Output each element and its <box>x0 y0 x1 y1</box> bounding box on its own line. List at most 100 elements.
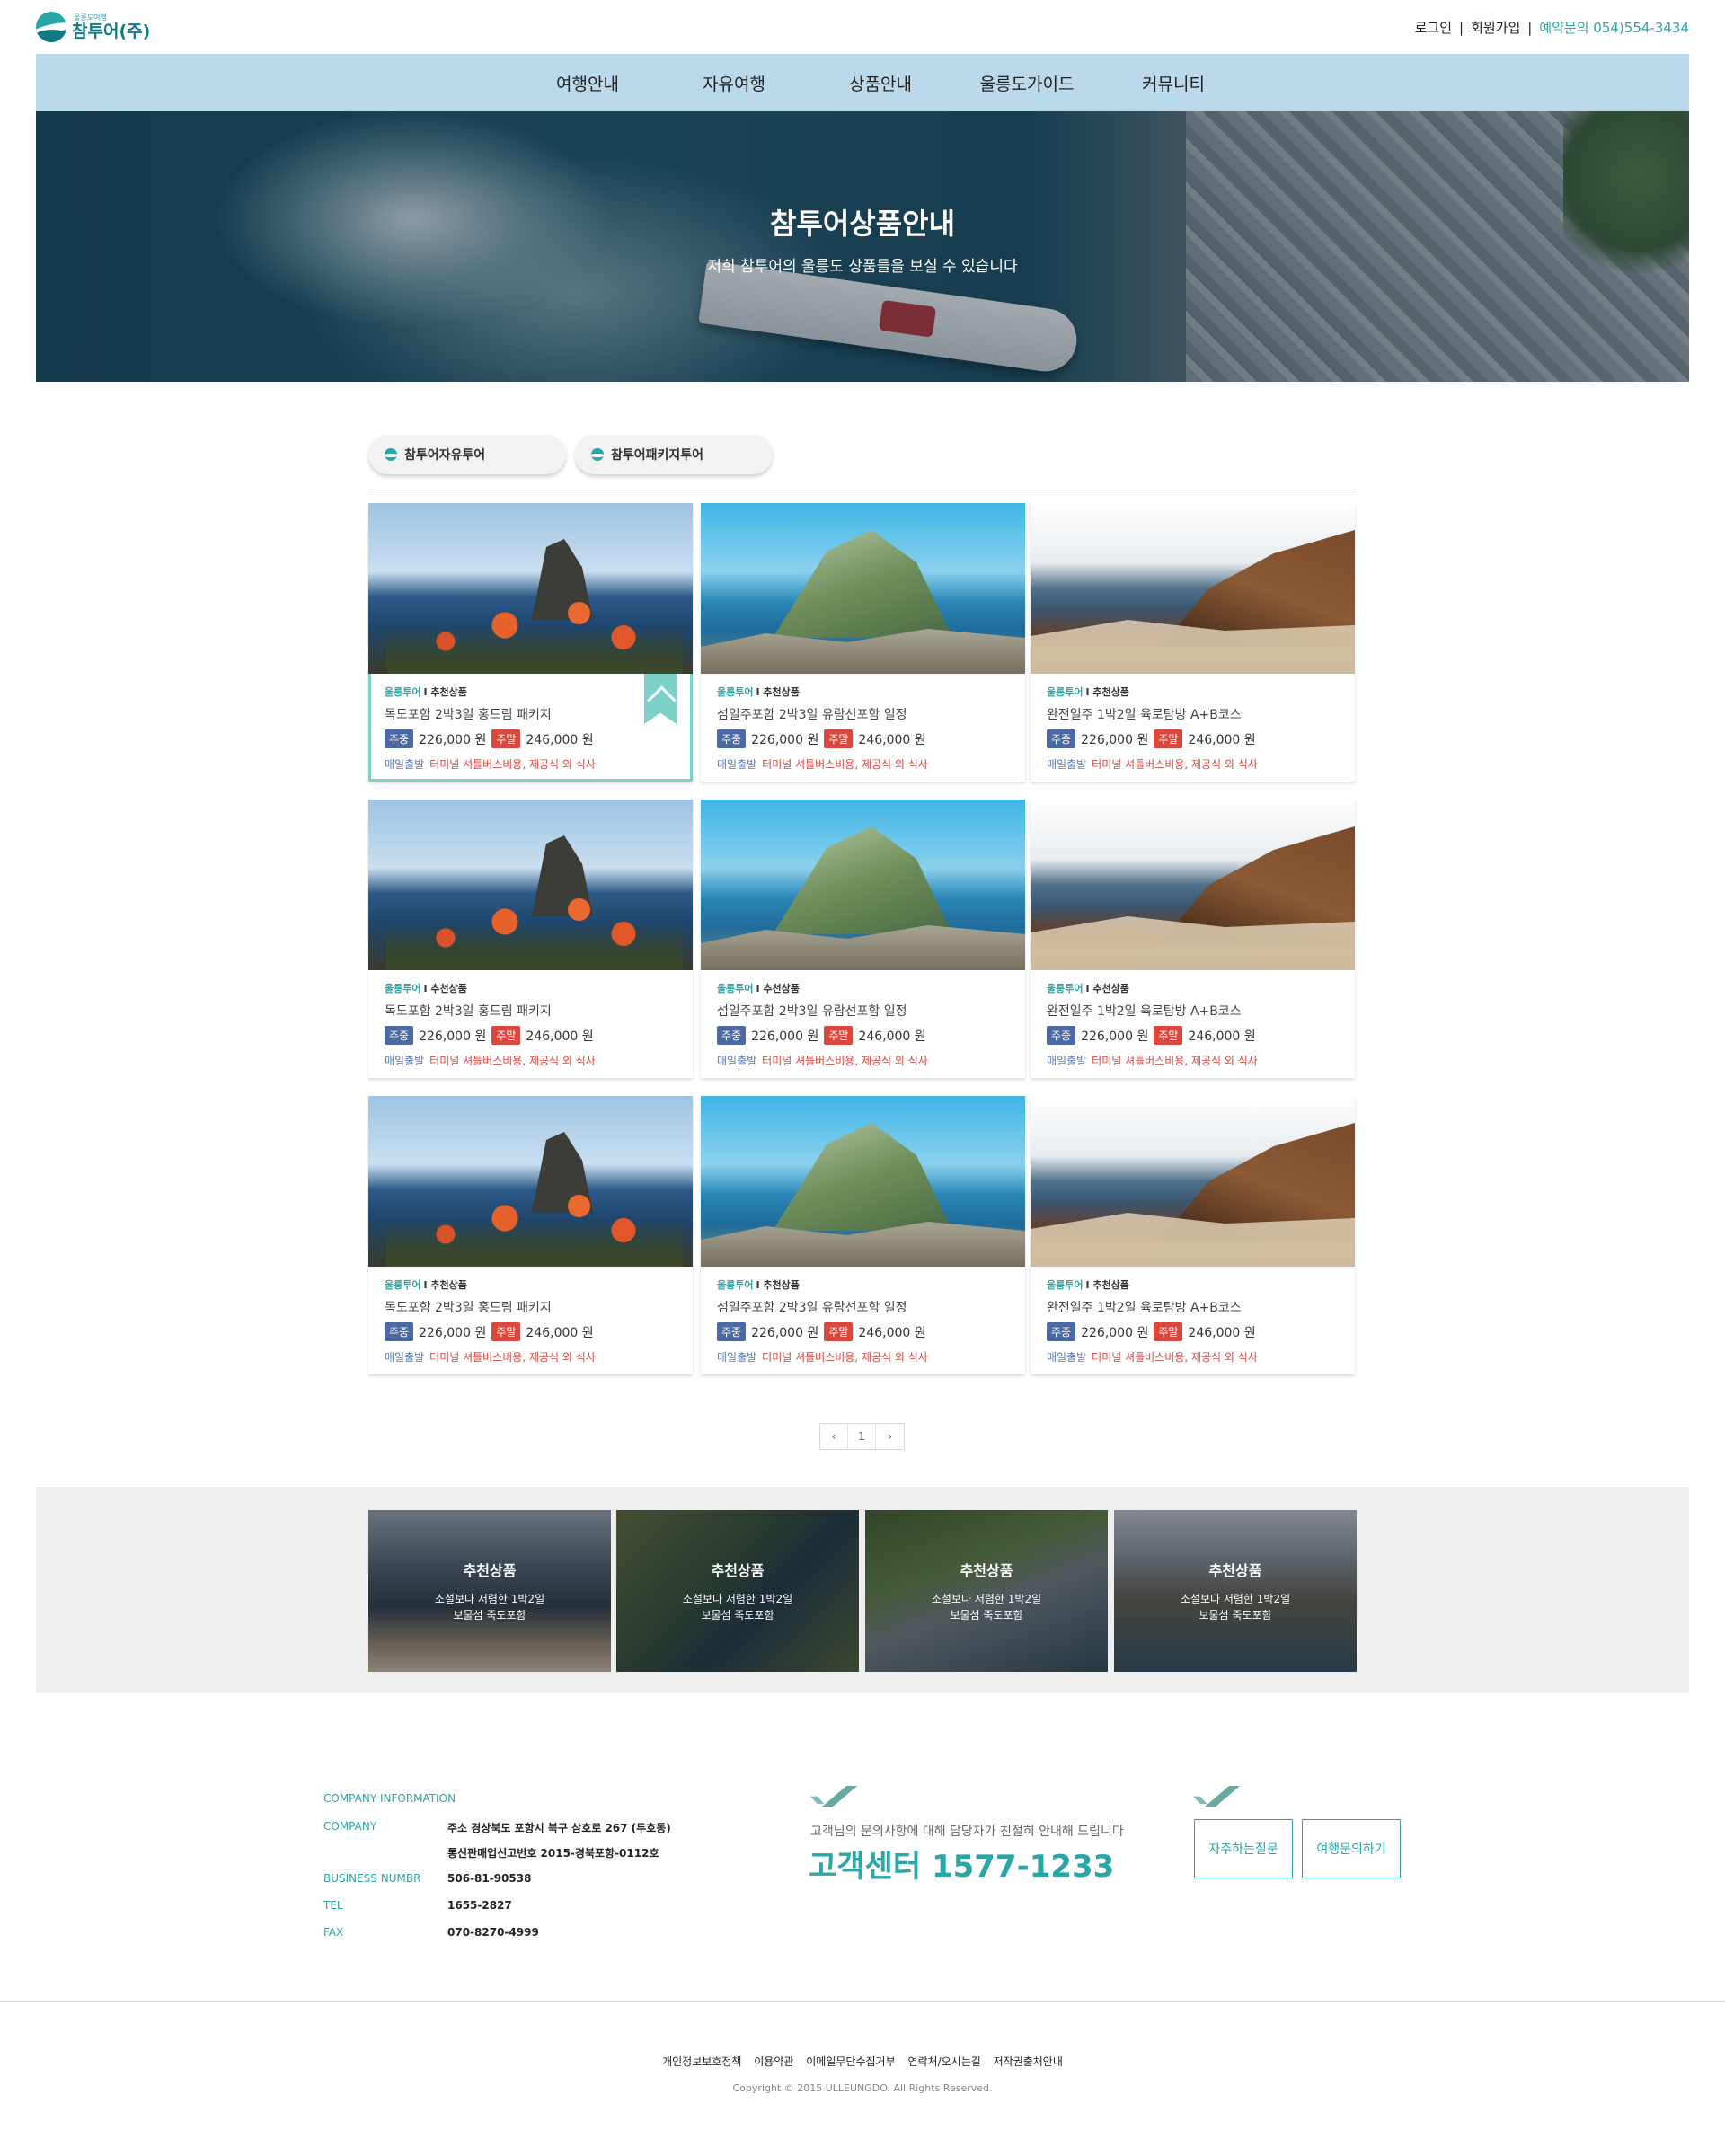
weekend-price: 246,000 원 <box>858 1325 926 1340</box>
tel-number: 1655-2827 <box>447 1899 512 1912</box>
weekday-price: 226,000 원 <box>751 732 819 747</box>
product-card[interactable]: 울릉투어 I 추천상품 섬일주포함 2박3일 유람선포함 일정 주중 226,000… <box>701 1096 1025 1374</box>
weekend-price: 246,000 원 <box>526 1029 594 1044</box>
product-recommend-tag: I 추천상품 <box>1085 686 1129 698</box>
page-number[interactable]: 1 <box>848 1424 876 1449</box>
recommended-title: 추천상품 <box>711 1562 765 1579</box>
next-page-button[interactable]: › <box>876 1424 904 1449</box>
product-title: 섬일주포함 2박3일 유람선포함 일정 <box>717 1301 907 1315</box>
product-title: 섬일주포함 2박3일 유람선포함 일정 <box>717 1004 907 1019</box>
excluded-info: 터미널 셔틀버스비용, 제공식 외 식사 <box>429 758 596 771</box>
weekday-badge: 주중 <box>717 1322 747 1341</box>
product-recommend-tag: I 추천상품 <box>756 1279 800 1291</box>
product-card[interactable]: 울릉투어 I 추천상품 독도포함 2박3일 홍드림 패키지 주중 226,000 원… <box>368 503 693 782</box>
recommended-item[interactable]: 추천상품 소설보다 저렴한 1박2일 보물섬 죽도포함 <box>1114 1510 1357 1672</box>
recommended-desc: 소설보다 저렴한 1박2일 <box>931 1593 1042 1605</box>
weekend-badge: 주말 <box>491 1026 521 1045</box>
reservation-phone: 예약문의 054)554-3434 <box>1539 20 1689 36</box>
excluded-info: 터미널 셔틀버스비용, 제공식 외 식사 <box>762 1055 928 1067</box>
product-card[interactable]: 울릉투어 I 추천상품 완전일주 1박2일 육로탐방 A+B코스 주중 226,00… <box>1031 800 1355 1078</box>
inquiry-button[interactable]: 여행문의하기 <box>1302 1819 1401 1878</box>
recommended-item[interactable]: 추천상품 소설보다 저렴한 1박2일 보물섬 죽도포함 <box>368 1510 611 1672</box>
recommended-desc: 소설보다 저렴한 1박2일 <box>434 1593 545 1605</box>
separator: | <box>1459 19 1464 36</box>
tab-label: 참투어패키지투어 <box>611 448 704 463</box>
footer-link-email-refusal[interactable]: 이메일무단수집거부 <box>806 2055 895 2068</box>
signup-link[interactable]: 회원가입 <box>1471 18 1520 37</box>
product-image <box>1031 1096 1355 1267</box>
weekend-badge: 주말 <box>1154 1026 1183 1045</box>
hero-banner: 참투어상품안내 저희 참투어의 울릉도 상품들을 보실 수 있습니다 <box>36 111 1689 382</box>
company-address: 주소 경상북도 포항시 북구 삼호로 267 (두호동) <box>447 1822 671 1834</box>
recommended-title: 추천상품 <box>960 1562 1013 1579</box>
tab-free-tour[interactable]: 참투어자유투어 <box>368 435 566 474</box>
departure-info: 매일출발 <box>1047 1055 1087 1067</box>
tab-label: 참투어자유투어 <box>404 448 486 463</box>
product-card[interactable]: 울릉투어 I 추천상품 완전일주 1박2일 육로탐방 A+B코스 주중 226,00… <box>1031 503 1355 782</box>
footer-link-copyright[interactable]: 저작권출처안내 <box>994 2055 1063 2068</box>
footer-link-privacy[interactable]: 개인정보보호정책 <box>662 2055 741 2068</box>
nav-item-community[interactable]: 커뮤니티 <box>1101 71 1247 95</box>
footer-link-terms[interactable]: 이용약관 <box>754 2055 793 2068</box>
product-title: 완전일주 1박2일 육로탐방 A+B코스 <box>1047 708 1242 722</box>
weekday-price: 226,000 원 <box>1081 732 1149 747</box>
footer-links: 개인정보보호정책 이용약관 이메일무단수집거부 연락처/오시는길 저작권출처안내 <box>0 2054 1725 2069</box>
top-bar: 울릉도여행 참투어(주) 로그인 | 회원가입 | 예약문의 054)554-3… <box>36 0 1689 54</box>
recommended-desc: 소설보다 저렴한 1박2일 <box>1180 1593 1291 1605</box>
weekday-price: 226,000 원 <box>419 1325 487 1340</box>
footer-link-contact[interactable]: 연락처/오시는길 <box>907 2055 980 2068</box>
tab-package-tour[interactable]: 참투어패키지투어 <box>575 435 773 474</box>
excluded-info: 터미널 셔틀버스비용, 제공식 외 식사 <box>1092 1055 1258 1067</box>
departure-info: 매일출발 <box>385 1351 425 1364</box>
weekday-price: 226,000 원 <box>1081 1325 1149 1340</box>
main-nav: 여행안내 자유여행 상품안내 울릉도가이드 커뮤니티 <box>36 54 1689 111</box>
product-category: 울릉투어 <box>385 686 421 698</box>
product-title: 완전일주 1박2일 육로탐방 A+B코스 <box>1047 1004 1242 1019</box>
weekday-badge: 주중 <box>717 1026 747 1045</box>
business-number: 506-81-90538 <box>447 1872 532 1885</box>
product-card[interactable]: 울릉투어 I 추천상품 완전일주 1박2일 육로탐방 A+B코스 주중 226,00… <box>1031 1096 1355 1374</box>
product-image <box>701 503 1025 674</box>
nav-item-guide[interactable]: 울릉도가이드 <box>954 71 1101 95</box>
logo-title: 참투어(주) <box>72 21 151 41</box>
product-recommend-tag: I 추천상품 <box>1085 983 1129 994</box>
prev-page-button[interactable]: ‹ <box>820 1424 848 1449</box>
product-category: 울릉투어 <box>1047 1279 1084 1291</box>
logo-wave-icon <box>591 448 604 461</box>
excluded-info: 터미널 셔틀버스비용, 제공식 외 식사 <box>429 1351 596 1364</box>
product-card[interactable]: 울릉투어 I 추천상품 독도포함 2박3일 홍드림 패키지 주중 226,000 원… <box>368 1096 693 1374</box>
weekday-badge: 주중 <box>385 1026 414 1045</box>
excluded-info: 터미널 셔틀버스비용, 제공식 외 식사 <box>429 1055 596 1067</box>
login-link[interactable]: 로그인 <box>1415 18 1452 37</box>
recommended-item[interactable]: 추천상품 소설보다 저렴한 1박2일 보물섬 죽도포함 <box>865 1510 1108 1672</box>
logo[interactable]: 울릉도여행 참투어(주) <box>36 11 150 43</box>
departure-info: 매일출발 <box>717 1351 757 1364</box>
weekend-badge: 주말 <box>491 1322 521 1341</box>
product-card[interactable]: 울릉투어 I 추천상품 섬일주포함 2박3일 유람선포함 일정 주중 226,000… <box>701 800 1025 1078</box>
nav-item-free-travel[interactable]: 자유여행 <box>661 71 808 95</box>
hero-title: 참투어상품안내 <box>769 207 956 241</box>
utility-menu: 로그인 | 회원가입 | 예약문의 054)554-3434 <box>1415 18 1689 37</box>
recommended-item[interactable]: 추천상품 소설보다 저렴한 1박2일 보물섬 죽도포함 <box>616 1510 859 1672</box>
weekend-price: 246,000 원 <box>526 1325 594 1340</box>
recommended-title: 추천상품 <box>1208 1562 1262 1579</box>
recommended-desc: 보물섬 죽도포함 <box>453 1609 526 1621</box>
product-recommend-tag: I 추천상품 <box>423 686 467 698</box>
logo-wave-icon <box>385 448 397 461</box>
product-image <box>1031 800 1355 970</box>
product-recommend-tag: I 추천상품 <box>423 1279 467 1291</box>
logo-subtitle: 울릉도여행 <box>74 13 107 22</box>
product-category: 울릉투어 <box>385 983 421 994</box>
tel-label: TEL <box>323 1899 343 1912</box>
nav-item-travel-info[interactable]: 여행안내 <box>515 71 661 95</box>
product-recommend-tag: I 추천상품 <box>1085 1279 1129 1291</box>
product-card[interactable]: 울릉투어 I 추천상품 독도포함 2박3일 홍드림 패키지 주중 226,000 원… <box>368 800 693 1078</box>
weekend-price: 246,000 원 <box>1188 1029 1256 1044</box>
product-card[interactable]: 울릉투어 I 추천상품 섬일주포함 2박3일 유람선포함 일정 주중 226,000… <box>701 503 1025 782</box>
weekend-badge: 주말 <box>1154 729 1183 748</box>
nav-item-products[interactable]: 상품안내 <box>808 71 954 95</box>
faq-button[interactable]: 자주하는질문 <box>1194 1819 1293 1878</box>
weekend-badge: 주말 <box>491 729 521 748</box>
departure-info: 매일출발 <box>1047 1351 1087 1364</box>
excluded-info: 터미널 셔틀버스비용, 제공식 외 식사 <box>1092 1351 1258 1364</box>
